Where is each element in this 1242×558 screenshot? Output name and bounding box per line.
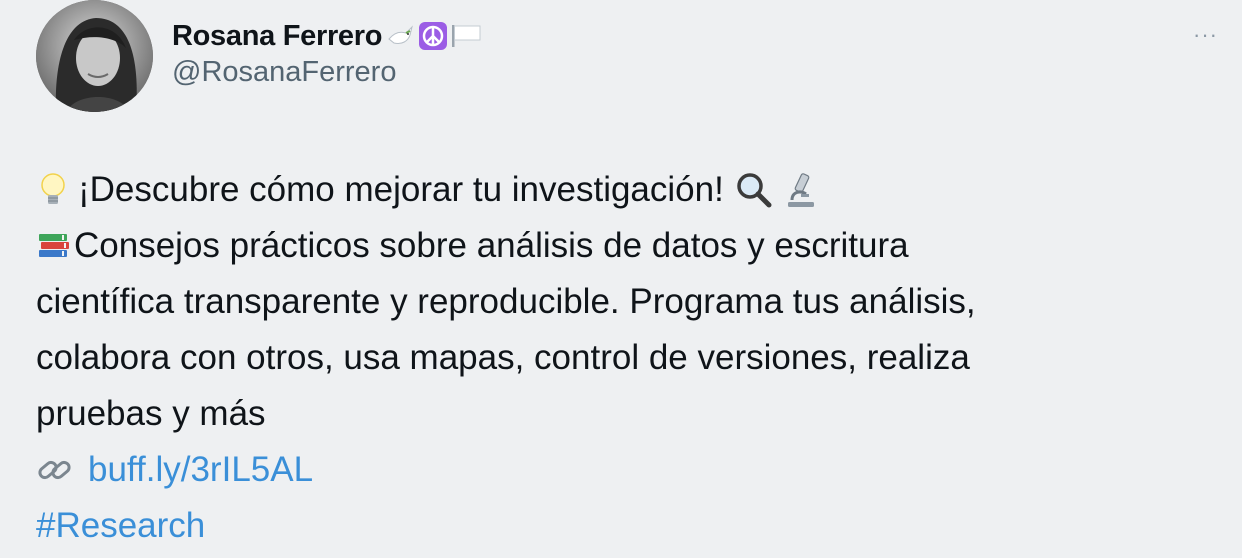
author-handle[interactable]: @RosanaFerrero [172, 56, 396, 89]
peace-symbol-icon [418, 21, 448, 51]
books-icon [36, 230, 72, 262]
avatar[interactable] [36, 0, 153, 112]
avatar-photo [36, 0, 153, 112]
tweet-line-3: científica transparente y reproducible. … [36, 282, 976, 321]
tweet-line-2: Consejos prácticos sobre análisis de dat… [74, 226, 909, 265]
dove-icon [386, 23, 416, 49]
tweet-line: pruebas y más [36, 386, 1206, 442]
microscope-icon [784, 170, 818, 210]
author-name-row: Rosana Ferrero [172, 16, 482, 56]
display-name[interactable]: Rosana Ferrero [172, 20, 382, 53]
tweet-line-4: colabora con otros, usa mapas, control d… [36, 338, 970, 377]
link-icon [36, 453, 74, 487]
tweet-line: #Research [36, 498, 1206, 554]
hashtag-link[interactable]: #Research [36, 498, 205, 554]
tweet-line: buff.ly/3rIL5AL [36, 442, 1206, 498]
tweet-line-1: ¡Descubre cómo mejorar tu investigación! [78, 170, 724, 209]
name-emojis [386, 21, 482, 51]
tweet-line: Consejos prácticos sobre análisis de dat… [36, 218, 1206, 274]
tweet-line: ¡Descubre cómo mejorar tu investigación! [36, 162, 1206, 218]
tweet-link[interactable]: buff.ly/3rIL5AL [88, 442, 313, 498]
white-flag-icon [450, 23, 482, 49]
tweet-line: colabora con otros, usa mapas, control d… [36, 330, 1206, 386]
tweet-line-5: pruebas y más [36, 394, 266, 433]
tweet-line: científica transparente y reproducible. … [36, 274, 1206, 330]
light-bulb-icon [36, 171, 70, 209]
magnifying-glass-icon [734, 171, 774, 209]
more-options-icon[interactable]: ··· [1193, 22, 1218, 48]
tweet-text: ¡Descubre cómo mejorar tu investigación! [36, 162, 1206, 554]
